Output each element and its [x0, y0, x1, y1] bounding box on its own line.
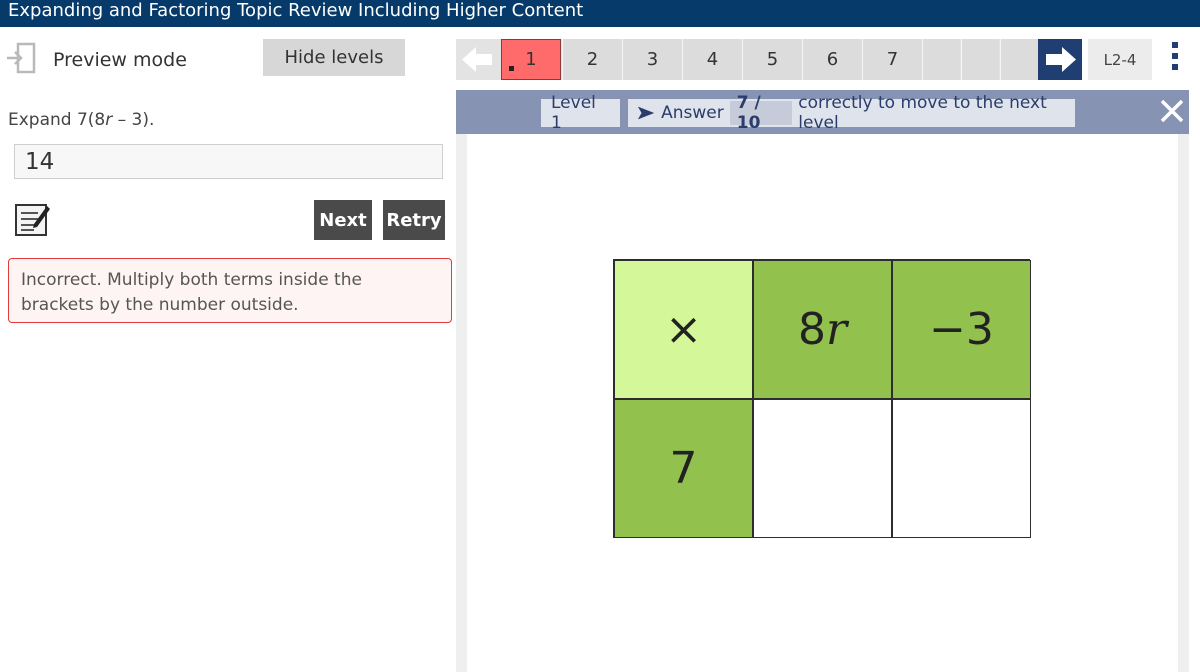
close-icon[interactable] — [1158, 97, 1186, 125]
grid-answer-cell-2[interactable] — [892, 399, 1031, 538]
next-button[interactable]: Next — [314, 200, 372, 240]
level-tab-5[interactable]: 5 — [742, 39, 802, 80]
grid-answer-cell-1[interactable] — [753, 399, 892, 538]
goal-score: 7 / 10 — [729, 93, 793, 133]
term-coefficient: 8 — [797, 304, 826, 355]
goal-prefix: Answer — [661, 103, 724, 123]
prev-level-button[interactable] — [456, 39, 500, 80]
level-tab-empty — [961, 39, 999, 80]
hide-levels-button[interactable]: Hide levels — [263, 39, 405, 76]
level-tab-label: 1 — [525, 49, 537, 70]
level-tab-empty — [922, 39, 960, 80]
grid-method-table: × 8r −3 7 — [613, 259, 1031, 538]
level-tab-3[interactable]: 3 — [622, 39, 682, 80]
level-tab-6[interactable]: 6 — [802, 39, 862, 80]
level-tab-1[interactable]: 1 — [501, 39, 561, 80]
stage-border-right — [1178, 134, 1189, 672]
level-tab-label: 3 — [646, 49, 659, 70]
level-tab-7[interactable]: 7 — [862, 39, 922, 80]
level-tab-label: 2 — [586, 49, 599, 70]
grid-multiplier: 7 — [614, 399, 753, 538]
question-suffix: – 3). — [112, 110, 155, 130]
kebab-menu-icon[interactable] — [1170, 42, 1180, 78]
preview-mode-label: Preview mode — [53, 49, 187, 71]
app-title: Expanding and Factoring Topic Review Inc… — [8, 0, 584, 21]
level-tab-label: 6 — [826, 49, 839, 70]
title-bar: Expanding and Factoring Topic Review Inc… — [0, 0, 1200, 27]
level-tab-4[interactable]: 4 — [682, 39, 742, 80]
level-goal: Answer 7 / 10 correctly to move to the n… — [628, 93, 1075, 133]
answer-input[interactable] — [14, 144, 443, 179]
next-level-button[interactable] — [1038, 39, 1082, 80]
level-tab-label: 7 — [886, 49, 899, 70]
arrow-left-icon — [462, 47, 492, 72]
notepad-icon[interactable] — [14, 200, 52, 238]
current-marker — [509, 66, 514, 71]
exit-door-icon[interactable] — [5, 40, 41, 76]
level-tab-empty — [1000, 39, 1038, 80]
question-text: Expand 7(8r – 3). — [8, 110, 154, 130]
grid-header-term-1: 8r — [753, 260, 892, 399]
level-label: Level 1 — [541, 93, 620, 133]
level-range-button[interactable]: L2-4 — [1088, 39, 1152, 80]
level-tab-2[interactable]: 2 — [562, 39, 622, 80]
retry-button[interactable]: Retry — [383, 200, 445, 240]
stage-border-left — [456, 134, 467, 672]
goal-suffix: correctly to move to the next level — [798, 93, 1047, 133]
level-tab-label: 4 — [706, 49, 719, 70]
term-variable: r — [825, 304, 848, 355]
level-tab-label: 5 — [766, 49, 779, 70]
question-prefix: Expand 7(8 — [8, 110, 106, 130]
grid-header-operator: × — [614, 260, 753, 399]
grid-header-term-2: −3 — [892, 260, 1031, 399]
arrow-right-icon — [1046, 47, 1076, 72]
play-arrow-icon — [637, 106, 655, 120]
feedback-message: Incorrect. Multiply both terms inside th… — [8, 258, 452, 323]
